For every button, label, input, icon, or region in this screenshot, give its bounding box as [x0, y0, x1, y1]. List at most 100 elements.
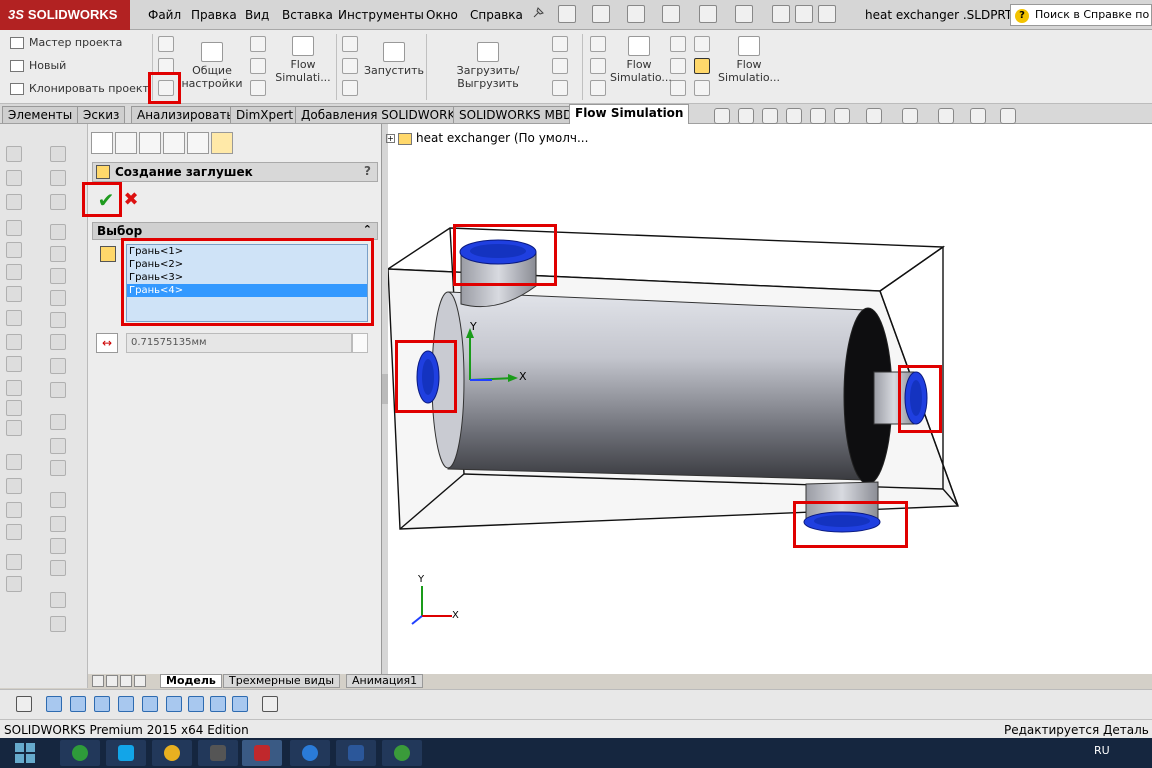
- dynamic-annotation-icon[interactable]: [810, 108, 826, 124]
- taskbar-app[interactable]: [60, 740, 100, 766]
- tab-features[interactable]: Элементы: [2, 106, 79, 123]
- graphics-area[interactable]: Y X Y X: [388, 124, 1152, 674]
- toolbar-icon[interactable]: [50, 538, 66, 554]
- ribbon-small-icon[interactable]: [552, 80, 568, 96]
- save-icon[interactable]: [627, 5, 645, 23]
- last-tab-icon[interactable]: [134, 675, 146, 687]
- ribbon-small-icon[interactable]: [670, 36, 686, 52]
- toolbar-icon[interactable]: [50, 224, 66, 240]
- toolbar-icon[interactable]: [6, 286, 22, 302]
- toolbar-icon[interactable]: [50, 592, 66, 608]
- tab-3d-views[interactable]: Трехмерные виды: [223, 674, 341, 688]
- tab-animation1[interactable]: Анимация1: [346, 674, 424, 688]
- load-unload-button[interactable]: Загрузить/Выгрузить: [430, 42, 546, 90]
- select-cursor-icon[interactable]: [735, 5, 753, 23]
- zoom-to-fit-icon[interactable]: [714, 108, 730, 124]
- taskbar-app[interactable]: [106, 740, 146, 766]
- file-properties-icon[interactable]: [795, 5, 813, 23]
- open-folder-icon[interactable]: [592, 5, 610, 23]
- menu-file[interactable]: Файл: [148, 8, 181, 22]
- taskbar-app[interactable]: [336, 740, 376, 766]
- taskbar-app-solidworks[interactable]: [242, 740, 282, 766]
- hide-show-items-icon[interactable]: [902, 108, 918, 124]
- view-orientation-icon[interactable]: [834, 108, 850, 124]
- new-project-button[interactable]: Новый: [10, 59, 66, 72]
- new-document-icon[interactable]: [558, 5, 576, 23]
- toolbar-icon[interactable]: [50, 358, 66, 374]
- configuration-manager-tab-icon[interactable]: [139, 132, 161, 154]
- toolbar-icon[interactable]: [50, 616, 66, 632]
- ribbon-active-icon[interactable]: [694, 58, 710, 74]
- ribbon-small-icon[interactable]: [250, 58, 266, 74]
- toolbar-icon[interactable]: [6, 502, 22, 518]
- ribbon-small-icon[interactable]: [670, 80, 686, 96]
- taskbar-app[interactable]: [382, 740, 422, 766]
- toolbar-icon[interactable]: [6, 454, 22, 470]
- ribbon-small-icon[interactable]: [552, 36, 568, 52]
- toolbar-icon[interactable]: [50, 438, 66, 454]
- taskbar-app[interactable]: [290, 740, 330, 766]
- trimetric-view-icon[interactable]: [210, 696, 226, 712]
- cancel-button[interactable]: ✖: [120, 186, 142, 214]
- toolbar-icon[interactable]: [6, 264, 22, 280]
- left-view-icon[interactable]: [94, 696, 110, 712]
- ribbon-small-icon[interactable]: [590, 80, 606, 96]
- ribbon-small-icon[interactable]: [694, 36, 710, 52]
- general-settings-button[interactable]: Общие настройки: [180, 42, 244, 90]
- menu-tools[interactable]: Инструменты: [338, 8, 424, 22]
- toolbar-icon[interactable]: [6, 220, 22, 236]
- first-tab-icon[interactable]: [92, 675, 104, 687]
- toolbar-icon[interactable]: [50, 460, 66, 476]
- ribbon-small-icon[interactable]: [694, 80, 710, 96]
- feature-manager-tab-icon[interactable]: [91, 132, 113, 154]
- menu-insert[interactable]: Вставка: [282, 8, 333, 22]
- toolbar-icon[interactable]: [6, 146, 22, 162]
- flow-simulation-button-3[interactable]: Flow Simulatio...: [716, 36, 782, 84]
- toolbar-icon[interactable]: [50, 246, 66, 262]
- menu-window[interactable]: Окно: [426, 8, 458, 22]
- clone-project-button[interactable]: Клонировать проект: [10, 82, 149, 95]
- menu-help[interactable]: Справка: [470, 8, 523, 22]
- right-view-icon[interactable]: [118, 696, 134, 712]
- front-view-icon[interactable]: [46, 696, 62, 712]
- ribbon-small-icon[interactable]: [670, 58, 686, 74]
- toolbar-icon[interactable]: [6, 356, 22, 372]
- zoom-area-icon[interactable]: [738, 108, 754, 124]
- ribbon-small-icon[interactable]: [158, 36, 174, 52]
- toolbar-icon[interactable]: [50, 560, 66, 576]
- print-icon[interactable]: [662, 5, 680, 23]
- dimxpert-manager-tab-icon[interactable]: [163, 132, 185, 154]
- toolbar-icon[interactable]: [6, 380, 22, 396]
- toolbar-icon[interactable]: [6, 310, 22, 326]
- property-manager-tab-icon[interactable]: [115, 132, 137, 154]
- toolbar-icon[interactable]: [50, 290, 66, 306]
- undo-icon[interactable]: [699, 5, 717, 23]
- top-view-icon[interactable]: [142, 696, 158, 712]
- start-button[interactable]: [4, 740, 44, 766]
- view-tool-icon[interactable]: [262, 696, 278, 712]
- toolbar-icon[interactable]: [6, 170, 22, 186]
- toolbar-icon[interactable]: [50, 194, 66, 210]
- apply-scene-icon[interactable]: [970, 108, 986, 124]
- rebuild-icon[interactable]: [772, 5, 790, 23]
- ribbon-small-icon[interactable]: [342, 80, 358, 96]
- toolbar-icon[interactable]: [50, 170, 66, 186]
- dimetric-view-icon[interactable]: [232, 696, 248, 712]
- tab-solidworks-addins[interactable]: Добавления SOLIDWORKS: [295, 106, 469, 123]
- next-tab-icon[interactable]: [120, 675, 132, 687]
- toolbar-icon[interactable]: [6, 478, 22, 494]
- toolbar-icon[interactable]: [6, 194, 22, 210]
- edit-appearance-icon[interactable]: [938, 108, 954, 124]
- display-manager-tab-icon[interactable]: [187, 132, 209, 154]
- toolbar-icon[interactable]: [6, 524, 22, 540]
- solidworks-logo[interactable]: 3S SOLIDWORKS: [0, 0, 130, 30]
- help-icon[interactable]: ?: [364, 164, 371, 178]
- ribbon-small-icon[interactable]: [590, 58, 606, 74]
- language-indicator[interactable]: RU: [1094, 744, 1110, 757]
- run-button[interactable]: Запустить: [364, 42, 424, 77]
- thickness-input[interactable]: 0.71575135мм: [126, 333, 352, 353]
- flow-simulation-button-1[interactable]: Flow Simulati...: [272, 36, 334, 84]
- tab-flow-simulation[interactable]: Flow Simulation: [569, 104, 690, 124]
- previous-tab-icon[interactable]: [106, 675, 118, 687]
- toolbar-icon[interactable]: [50, 492, 66, 508]
